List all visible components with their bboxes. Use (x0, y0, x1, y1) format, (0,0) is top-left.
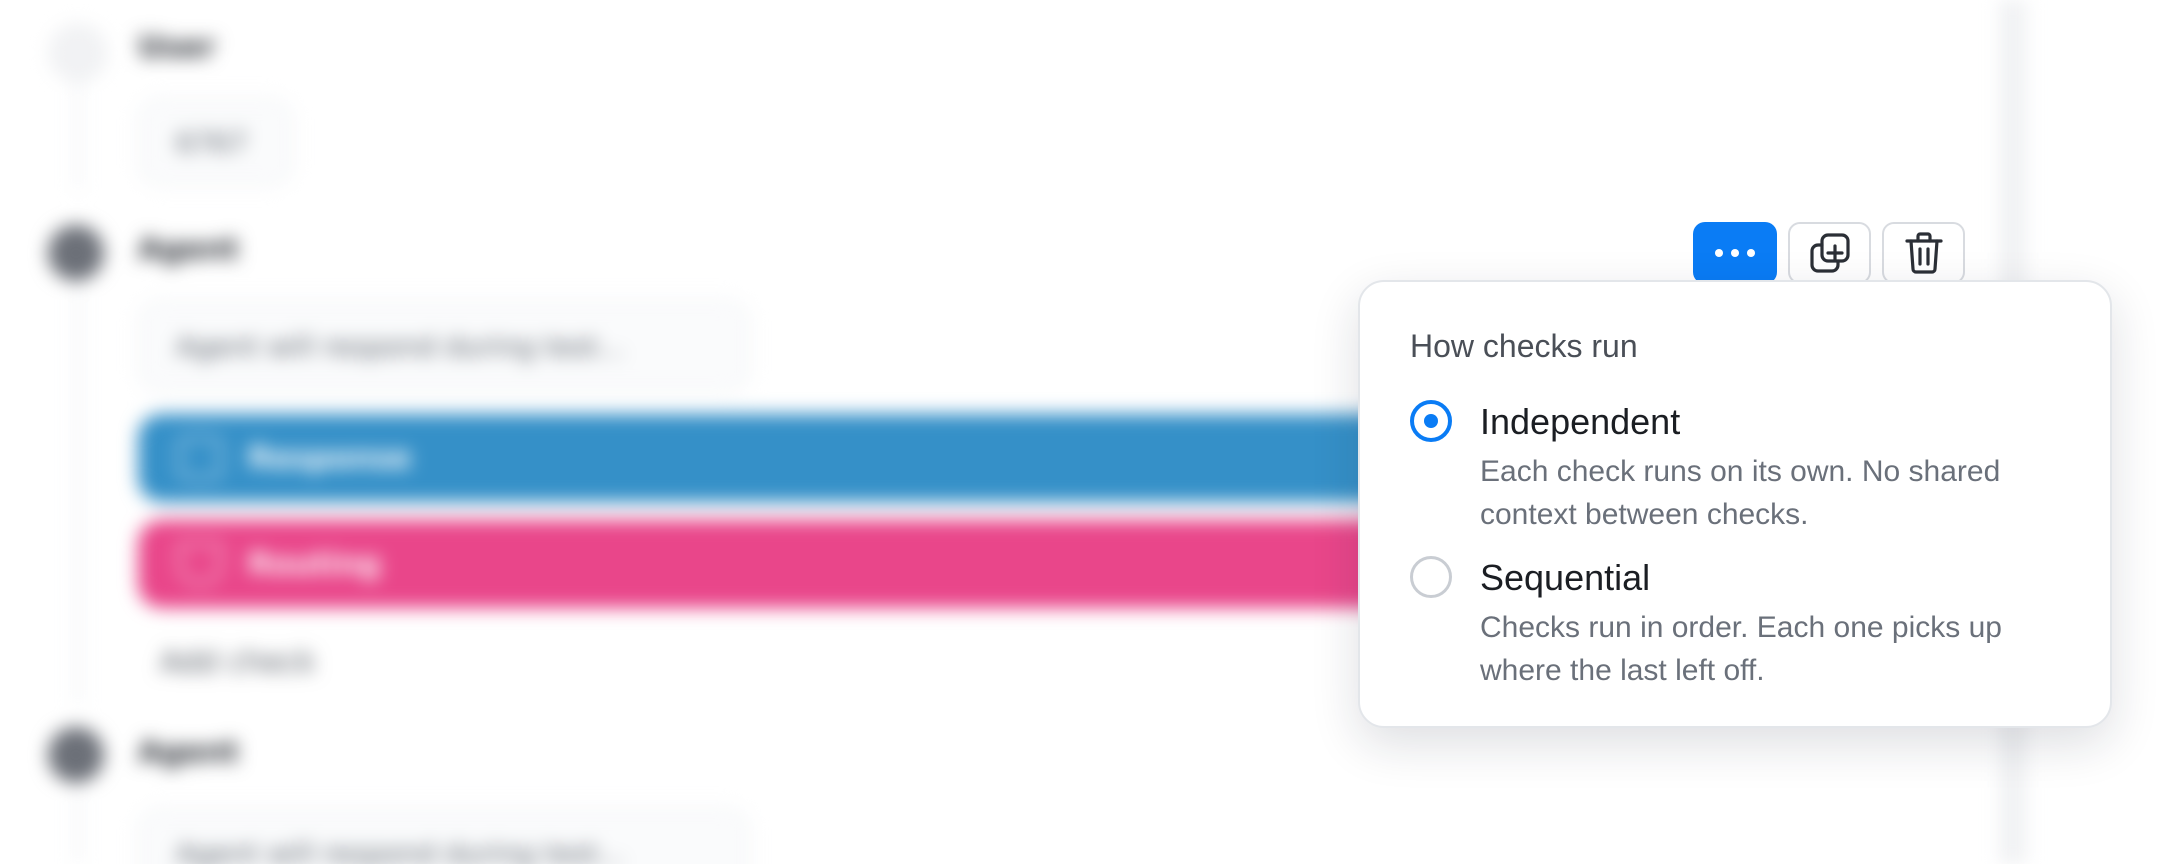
option-label: Sequential (1480, 557, 1651, 598)
duplicate-button[interactable] (1788, 222, 1871, 284)
app-stage: User 6767 Agent Agent will respond durin… (0, 0, 2164, 864)
message-bubble: Agent will respond during test... (138, 808, 750, 864)
option-description: Checks run in order. Each one picks up w… (1480, 611, 2002, 687)
agent-icon (48, 727, 104, 783)
check-label: Response (248, 440, 411, 476)
duplicate-icon (1809, 233, 1850, 273)
radio-independent[interactable] (1410, 400, 1452, 442)
popover-title: How checks run (1410, 328, 1638, 364)
radio-sequential[interactable] (1410, 556, 1452, 598)
option-independent[interactable]: Independent Each check runs on its own. … (1410, 400, 2090, 531)
routing-icon (178, 542, 222, 586)
message-bubble: 6767 (138, 98, 293, 186)
option-sequential[interactable]: Sequential Checks run in order. Each one… (1410, 556, 2090, 687)
agent-icon (48, 225, 104, 281)
check-bar-routing[interactable]: Routing (138, 520, 1488, 608)
more-options-button[interactable] (1693, 222, 1777, 284)
row-role-label: Agent (138, 735, 239, 770)
response-icon (178, 436, 222, 480)
delete-button[interactable] (1882, 222, 1965, 284)
check-label: Routing (248, 546, 381, 582)
thread-line (76, 80, 80, 190)
row-role-label: Agent (138, 232, 239, 267)
more-options-icon (1715, 249, 1755, 257)
check-run-mode-popover: How checks run Independent Each check ru… (1358, 280, 2112, 728)
row-role-label: User (138, 30, 216, 65)
add-check-link[interactable]: Add check (160, 645, 315, 680)
option-description: Each check runs on its own. No shared co… (1480, 455, 2001, 531)
thread-line (76, 285, 80, 705)
trash-icon (1904, 232, 1943, 274)
user-icon (50, 25, 106, 81)
message-bubble: Agent will respond during test... (138, 300, 750, 392)
thread-line (76, 790, 80, 864)
option-label: Independent (1480, 401, 1681, 442)
check-bar-response[interactable]: Response (138, 414, 1488, 502)
